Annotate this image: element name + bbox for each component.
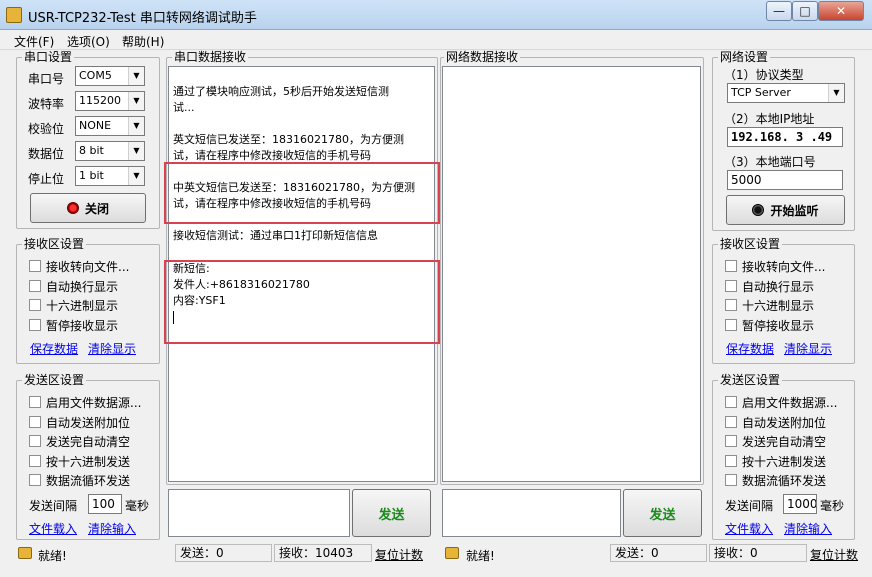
close-window-button[interactable]: ✕ bbox=[818, 1, 864, 21]
net-send-input[interactable] bbox=[442, 489, 621, 537]
auto-wrap-checkbox[interactable]: 自动换行显示 bbox=[29, 278, 118, 294]
parity-label: 校验位 bbox=[28, 122, 65, 136]
protocol-label: （1）协议类型 bbox=[724, 68, 804, 82]
recv-to-file-checkbox[interactable]: 接收转向文件... bbox=[29, 258, 129, 274]
interval-unit: 毫秒 bbox=[125, 499, 150, 513]
net-interval-label: 发送间隔 bbox=[725, 499, 774, 513]
chevron-down-icon: ▼ bbox=[128, 117, 144, 135]
stopbits-label: 停止位 bbox=[28, 172, 65, 186]
file-load-link[interactable]: 文件载入 bbox=[29, 520, 77, 537]
net-receive-textarea[interactable] bbox=[442, 66, 701, 482]
local-port-label: （3）本地端口号 bbox=[724, 155, 816, 169]
net-settings-title: 网络设置 bbox=[718, 50, 771, 64]
net-recv-to-file-checkbox[interactable]: 接收转向文件... bbox=[725, 258, 825, 274]
pause-display-checkbox[interactable]: 暂停接收显示 bbox=[29, 317, 118, 333]
highlight-box bbox=[164, 162, 440, 224]
serial-receive-title: 串口数据接收 bbox=[172, 50, 249, 64]
highlight-box bbox=[164, 260, 440, 344]
port-select[interactable]: COM5 ▼ bbox=[75, 66, 145, 86]
protocol-select[interactable]: TCP Server ▼ bbox=[727, 83, 845, 103]
net-hex-display-checkbox[interactable]: 十六进制显示 bbox=[725, 297, 814, 313]
close-port-button[interactable]: 关闭 bbox=[30, 193, 146, 223]
chevron-down-icon: ▼ bbox=[128, 167, 144, 185]
databits-label: 数据位 bbox=[28, 147, 65, 161]
minimize-button[interactable]: — bbox=[766, 1, 792, 21]
hex-send-checkbox[interactable]: 按十六进制发送 bbox=[29, 453, 130, 469]
menu-options[interactable]: 选项(O) bbox=[67, 33, 110, 50]
chevron-down-icon: ▼ bbox=[128, 92, 144, 110]
sent-count-right: 发送：0 bbox=[610, 544, 707, 562]
port-label: 串口号 bbox=[28, 72, 65, 86]
net-hex-send-checkbox[interactable]: 按十六进制发送 bbox=[725, 453, 826, 469]
net-loop-send-checkbox[interactable]: 数据流循环发送 bbox=[725, 472, 826, 488]
net-auto-clear-checkbox[interactable]: 发送完自动清空 bbox=[725, 433, 826, 449]
send-settings-right-title: 发送区设置 bbox=[718, 373, 783, 387]
recv-settings-right-title: 接收区设置 bbox=[718, 237, 783, 251]
net-interval-unit: 毫秒 bbox=[820, 499, 845, 513]
net-file-load-link[interactable]: 文件载入 bbox=[725, 520, 773, 537]
baud-select[interactable]: 115200 ▼ bbox=[75, 91, 145, 111]
databits-select[interactable]: 8 bit ▼ bbox=[75, 141, 145, 161]
hex-display-checkbox[interactable]: 十六进制显示 bbox=[29, 297, 118, 313]
auto-clear-checkbox[interactable]: 发送完自动清空 bbox=[29, 433, 130, 449]
received-count-left: 接收：10403 bbox=[274, 544, 372, 562]
start-listen-button[interactable]: 开始监听 bbox=[726, 195, 845, 225]
net-auto-append-checkbox[interactable]: 自动发送附加位 bbox=[725, 414, 826, 430]
interval-label: 发送间隔 bbox=[29, 499, 78, 513]
chevron-down-icon: ▼ bbox=[128, 67, 144, 85]
net-save-data-link[interactable]: 保存数据 bbox=[726, 340, 774, 357]
serial-send-input[interactable] bbox=[168, 489, 350, 537]
serial-send-button[interactable]: 发送 bbox=[352, 489, 431, 537]
parity-select[interactable]: NONE ▼ bbox=[75, 116, 145, 136]
ip-label: （2）本地IP地址 bbox=[724, 112, 815, 126]
net-file-source-checkbox[interactable]: 启用文件数据源... bbox=[725, 394, 837, 410]
clear-display-link[interactable]: 清除显示 bbox=[88, 340, 136, 357]
reset-count-right[interactable]: 复位计数 bbox=[810, 546, 858, 563]
save-data-link[interactable]: 保存数据 bbox=[30, 340, 78, 357]
chevron-down-icon: ▼ bbox=[828, 84, 844, 102]
local-port-input[interactable]: 5000 bbox=[727, 170, 843, 190]
auto-append-checkbox[interactable]: 自动发送附加位 bbox=[29, 414, 130, 430]
maximize-button[interactable]: □ bbox=[792, 1, 818, 21]
serial-settings-title: 串口设置 bbox=[22, 50, 75, 64]
received-count-right: 接收：0 bbox=[709, 544, 807, 562]
receive-line: 英文短信已发送至：18316021780，为方便测 bbox=[173, 133, 404, 146]
receive-line: 通过了模块响应测试，5秒后开始发送短信测 bbox=[173, 85, 389, 98]
chevron-down-icon: ▼ bbox=[128, 142, 144, 160]
net-clear-display-link[interactable]: 清除显示 bbox=[784, 340, 832, 357]
record-black-icon bbox=[752, 204, 765, 216]
clear-input-link[interactable]: 清除输入 bbox=[88, 520, 136, 537]
file-source-checkbox[interactable]: 启用文件数据源... bbox=[29, 394, 141, 410]
loop-send-checkbox[interactable]: 数据流循环发送 bbox=[29, 472, 130, 488]
app-icon bbox=[6, 7, 22, 23]
status-icon bbox=[445, 547, 459, 559]
net-send-button[interactable]: 发送 bbox=[623, 489, 702, 537]
net-interval-input[interactable]: 1000 bbox=[783, 494, 817, 514]
menu-help[interactable]: 帮助(H) bbox=[122, 33, 164, 50]
status-ready-left: 就绪! bbox=[38, 549, 67, 563]
ip-input[interactable]: 192.168. 3 .49 bbox=[727, 127, 843, 147]
window-title: USR-TCP232-Test 串口转网络调试助手 bbox=[28, 11, 257, 26]
status-ready-right: 就绪! bbox=[466, 549, 495, 563]
interval-input[interactable]: 100 bbox=[88, 494, 122, 514]
recv-settings-left-title: 接收区设置 bbox=[22, 237, 87, 251]
net-auto-wrap-checkbox[interactable]: 自动换行显示 bbox=[725, 278, 814, 294]
send-settings-left-title: 发送区设置 bbox=[22, 373, 87, 387]
receive-line: 试... bbox=[173, 101, 195, 114]
net-clear-input-link[interactable]: 清除输入 bbox=[784, 520, 832, 537]
reset-count-left[interactable]: 复位计数 bbox=[375, 546, 423, 563]
menu-file[interactable]: 文件(F) bbox=[14, 33, 54, 50]
stopbits-select[interactable]: 1 bit ▼ bbox=[75, 166, 145, 186]
status-icon bbox=[18, 547, 32, 559]
baud-label: 波特率 bbox=[28, 97, 65, 111]
net-receive-title: 网络数据接收 bbox=[444, 50, 521, 64]
receive-line: 接收短信测试：通过串口1打印新短信信息 bbox=[173, 229, 378, 242]
sent-count-left: 发送：0 bbox=[175, 544, 272, 562]
record-red-icon bbox=[66, 202, 79, 214]
net-pause-display-checkbox[interactable]: 暂停接收显示 bbox=[725, 317, 814, 333]
